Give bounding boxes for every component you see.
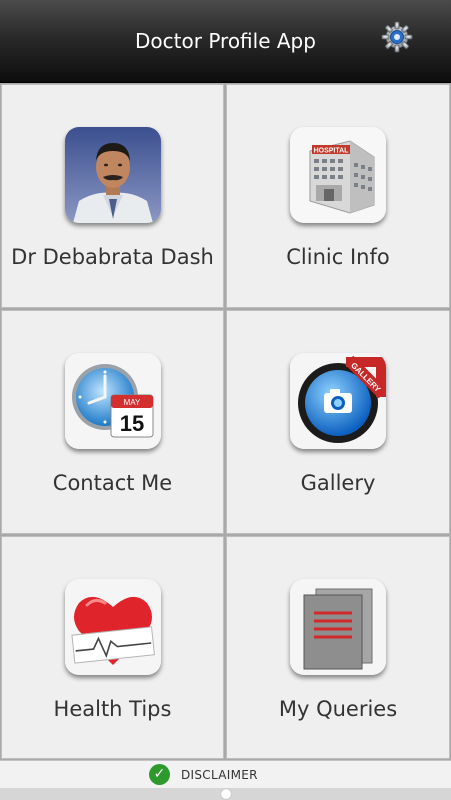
- page-dot: [221, 789, 231, 799]
- tile-contact-me[interactable]: MAY 15 Contact Me: [1, 310, 224, 534]
- hospital-building-icon: HOSPITAL: [290, 127, 386, 223]
- tile-doctor-profile[interactable]: Dr Debabrata Dash: [1, 84, 224, 308]
- tile-label: My Queries: [278, 697, 398, 721]
- tile-health-tips[interactable]: Health Tips: [1, 536, 224, 759]
- tile-label: Contact Me: [52, 471, 173, 495]
- camera-icon: GALLERY: [290, 353, 386, 449]
- tile-label: Dr Debabrata Dash: [11, 245, 214, 269]
- clock-calendar-icon: MAY 15: [64, 353, 161, 449]
- menu-grid: Dr Debabrata Dash HOSPITAL Clinic Info M…: [0, 83, 451, 760]
- disclaimer-bar[interactable]: ✓ DISCLAIMER: [0, 760, 451, 788]
- check-icon: ✓: [149, 764, 170, 785]
- documents-icon: [290, 579, 386, 675]
- tile-clinic-info[interactable]: HOSPITAL Clinic Info: [226, 84, 450, 308]
- calendar-day: 15: [119, 411, 143, 436]
- hospital-sign-text: HOSPITAL: [314, 148, 350, 155]
- gear-icon[interactable]: [380, 20, 414, 54]
- tile-label: Clinic Info: [286, 245, 390, 269]
- calendar-month: MAY: [123, 398, 140, 407]
- tile-gallery[interactable]: GALLERY Gallery: [226, 310, 450, 534]
- tile-label: Health Tips: [53, 697, 172, 721]
- disclaimer-link[interactable]: DISCLAIMER: [181, 768, 258, 782]
- app-bar: Doctor Profile App: [0, 0, 451, 83]
- page-indicator: [0, 788, 451, 800]
- tile-label: Gallery: [300, 471, 376, 495]
- doctor-photo-icon: [64, 127, 161, 223]
- heart-icon: [64, 579, 161, 675]
- tile-my-queries[interactable]: My Queries: [226, 536, 450, 759]
